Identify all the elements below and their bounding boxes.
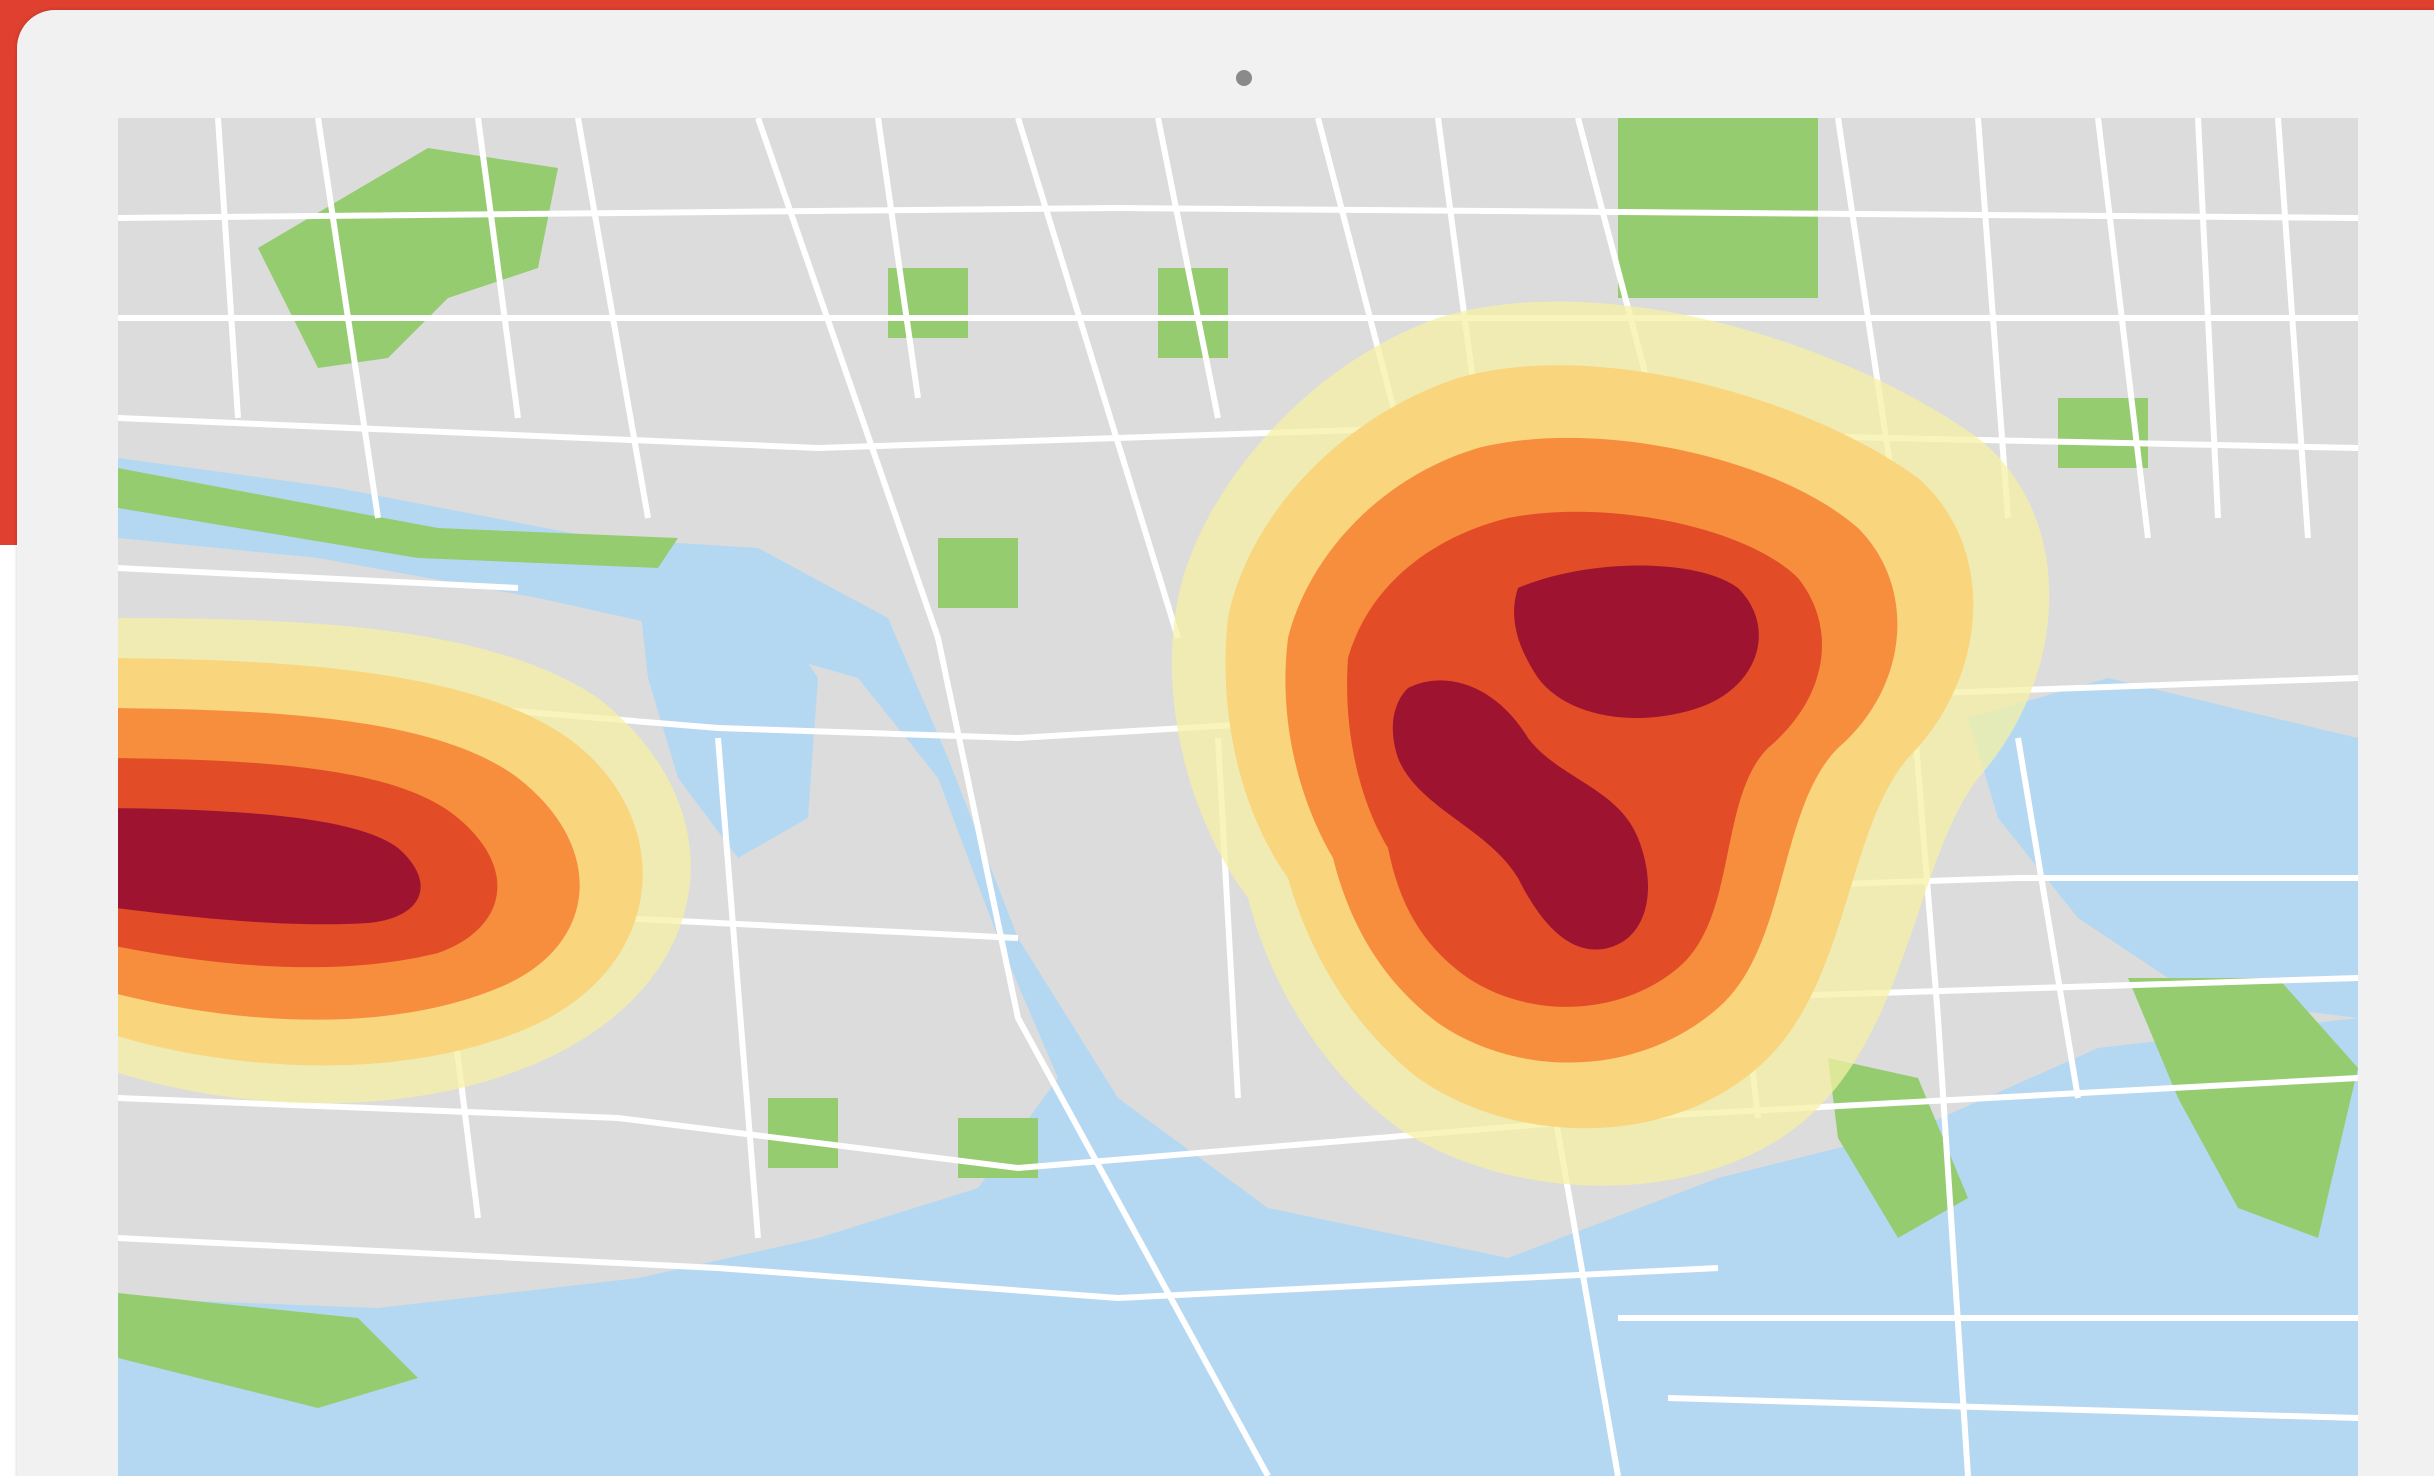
front-camera: [1236, 70, 1252, 86]
heatmap-map[interactable]: [118, 118, 2358, 1476]
device-illustration: [0, 0, 2434, 1476]
map-screen[interactable]: [118, 118, 2358, 1476]
